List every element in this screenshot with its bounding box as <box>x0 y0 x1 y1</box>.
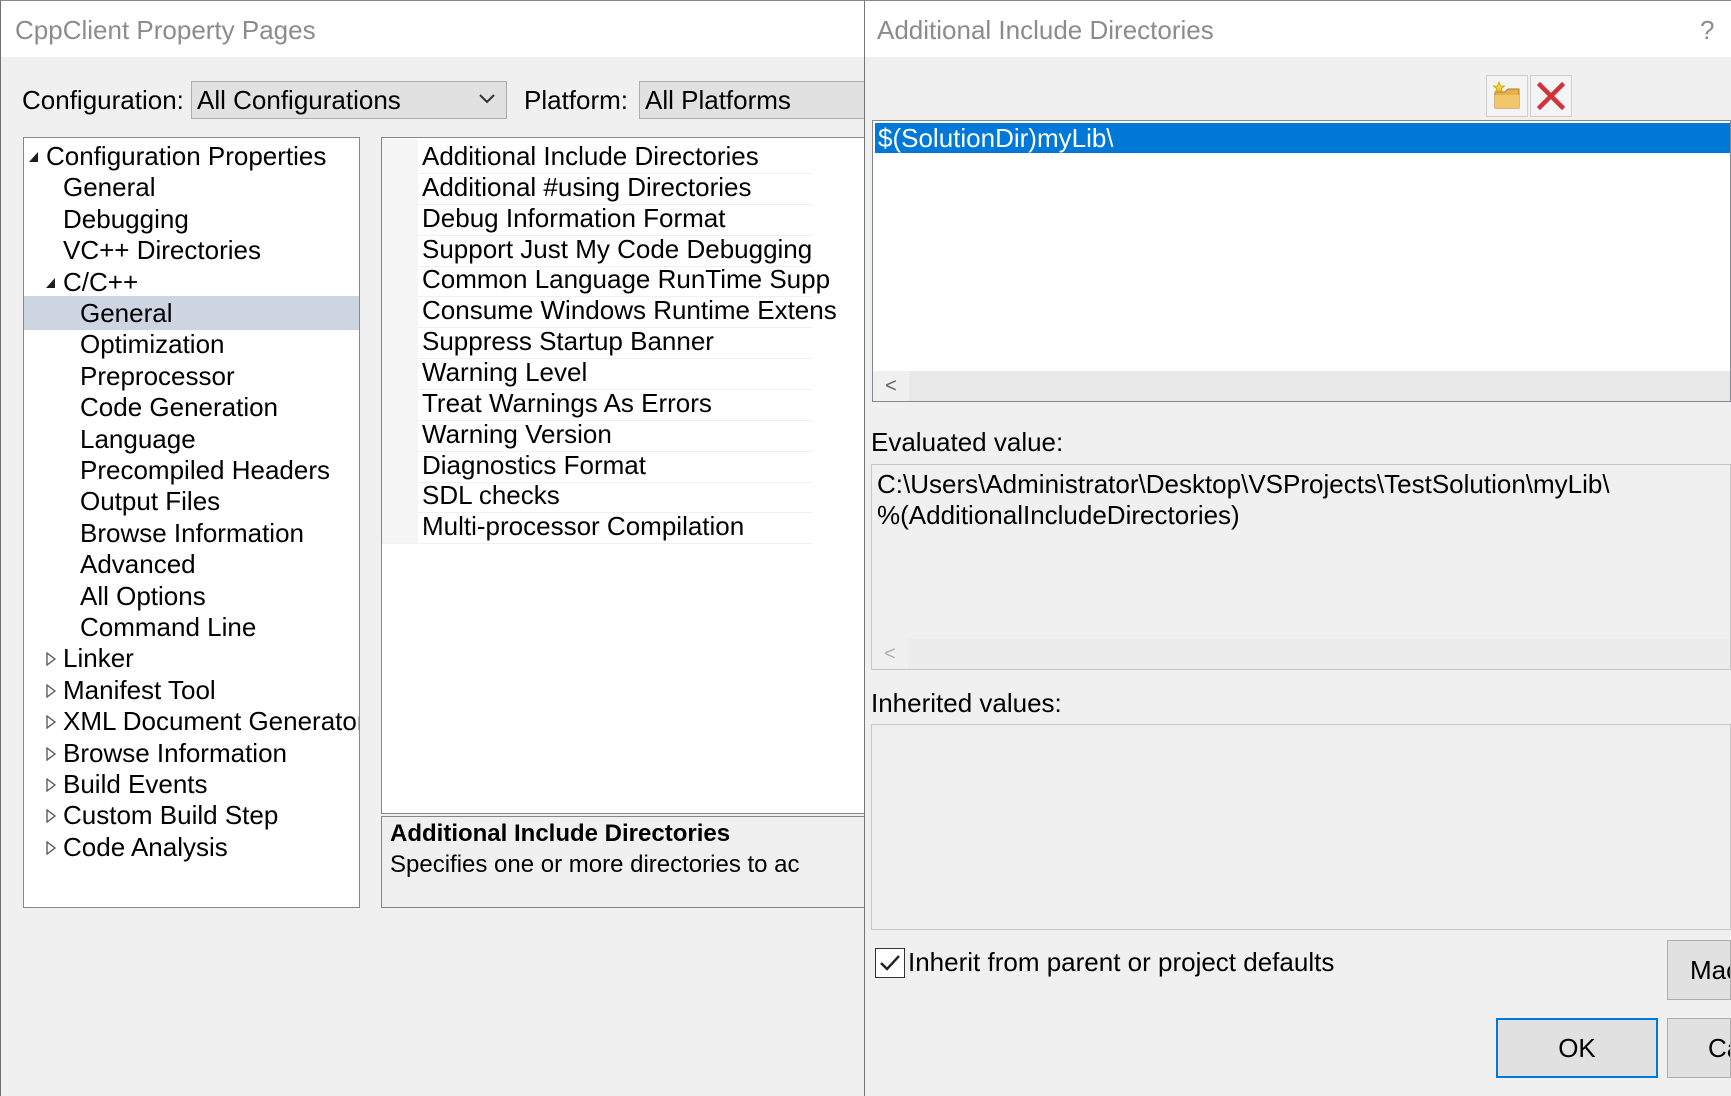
directory-list[interactable]: $(SolutionDir)myLib\ < <box>872 120 1731 402</box>
inherit-checkbox[interactable] <box>875 948 905 978</box>
directory-entry-selected[interactable]: $(SolutionDir)myLib\ <box>875 123 1730 153</box>
ok-button[interactable]: OK <box>1496 1018 1658 1078</box>
dialog-widgets: $(SolutionDir)myLib\ < Evaluated value: … <box>0 0 1731 1096</box>
evaluated-hscrollbar[interactable]: < <box>872 639 1730 669</box>
cancel-button[interactable]: Ca <box>1667 1018 1731 1078</box>
evaluated-line-2: %(AdditionalIncludeDirectories) <box>877 500 1240 530</box>
evaluated-scroll-left-arrow[interactable]: < <box>872 639 908 669</box>
inherit-checkbox-label[interactable]: Inherit from parent or project defaults <box>908 947 1334 978</box>
evaluated-value-box: C:\Users\Administrator\Desktop\VSProject… <box>871 464 1731 670</box>
directory-list-hscrollbar[interactable]: < <box>873 371 1730 401</box>
evaluated-value-label: Evaluated value: <box>871 427 1064 457</box>
inherited-values-label: Inherited values: <box>871 688 1062 718</box>
inherited-values-box <box>871 724 1731 930</box>
macros-button[interactable]: Mac <box>1667 940 1731 1000</box>
scroll-left-arrow[interactable]: < <box>873 371 909 401</box>
checkmark-icon <box>880 955 900 971</box>
evaluated-line-1: C:\Users\Administrator\Desktop\VSProject… <box>877 469 1610 499</box>
